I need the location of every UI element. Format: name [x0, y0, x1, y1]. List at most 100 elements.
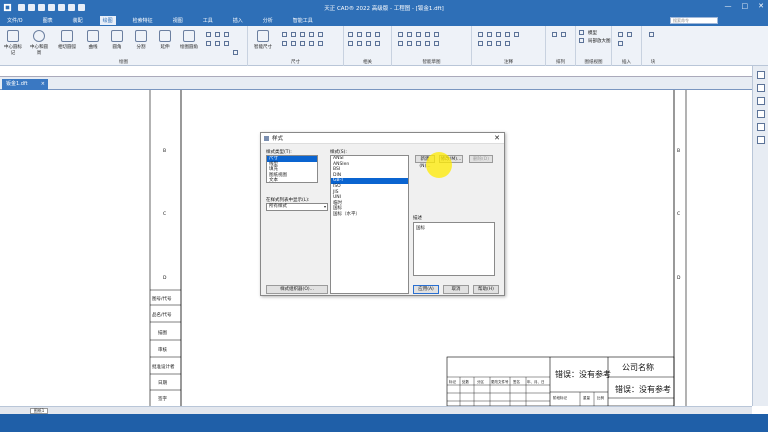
tool-icon[interactable] — [233, 50, 238, 55]
tool-icon[interactable] — [627, 32, 632, 37]
tool-icon[interactable] — [348, 41, 353, 46]
list-filter-select[interactable]: 所有样式 ▾ — [266, 203, 328, 211]
tool-icon[interactable] — [309, 32, 314, 37]
model-icon[interactable] — [579, 30, 584, 35]
tool-icon[interactable] — [291, 32, 296, 37]
cancel-button[interactable]: 取消 — [443, 285, 469, 294]
tab-draw[interactable]: 绘图 — [99, 15, 116, 25]
tool-icon[interactable] — [407, 41, 412, 46]
curve-button[interactable]: 曲线 — [82, 30, 104, 50]
tool-icon[interactable] — [300, 41, 305, 46]
tool-icon[interactable] — [366, 32, 371, 37]
tool-icon[interactable] — [478, 32, 483, 37]
panel-icon[interactable] — [756, 110, 765, 118]
tab-insert[interactable]: 插入 — [230, 16, 246, 25]
center-mark-button[interactable]: 中心圆标记 — [2, 30, 24, 56]
tab-chart[interactable]: 图表 — [40, 16, 56, 25]
tool-icon[interactable] — [224, 41, 229, 46]
open-file-icon[interactable] — [28, 3, 35, 11]
help-button[interactable]: 帮助(H) — [473, 285, 499, 294]
tool-icon[interactable] — [561, 32, 566, 37]
doc-tab-close-icon[interactable]: × — [41, 79, 45, 90]
tool-icon[interactable] — [407, 32, 412, 37]
tool-icon[interactable] — [416, 41, 421, 46]
tangent-arc-button[interactable]: 相切圆弧 — [56, 30, 78, 50]
style-organizer-button[interactable]: 样式组织器(O)... — [266, 285, 328, 294]
tool-icon[interactable] — [618, 32, 623, 37]
draw-fillet-button[interactable]: 绘图圆角 — [178, 30, 200, 50]
tool-icon[interactable] — [618, 41, 623, 46]
tool-icon[interactable] — [318, 32, 323, 37]
tool-icon[interactable] — [318, 41, 323, 46]
tool-icon[interactable] — [496, 41, 501, 46]
center-circle-button[interactable]: 中心和圆周 — [28, 30, 50, 56]
tool-icon[interactable] — [375, 41, 380, 46]
app-logo-icon[interactable] — [0, 0, 14, 14]
minimize-button[interactable]: — — [725, 2, 732, 11]
maximize-button[interactable]: □ — [742, 2, 749, 11]
save-icon[interactable] — [38, 3, 45, 11]
tab-features[interactable]: 检索特征 — [130, 16, 156, 25]
tool-icon[interactable] — [505, 41, 510, 46]
tool-icon[interactable] — [309, 41, 314, 46]
tool-icon[interactable] — [487, 32, 492, 37]
close-button[interactable]: ✕ — [758, 2, 764, 11]
command-line[interactable] — [0, 67, 752, 77]
tool-icon[interactable] — [425, 32, 430, 37]
tool-icon[interactable] — [224, 32, 229, 37]
tool-icon[interactable] — [434, 41, 439, 46]
tool-icon[interactable] — [282, 32, 287, 37]
tool-icon[interactable] — [505, 32, 510, 37]
smart-dimension-button[interactable]: 智能尺寸 — [252, 30, 274, 50]
tab-assembly[interactable]: 装配 — [70, 16, 86, 25]
tool-icon[interactable] — [478, 41, 483, 46]
tool-icon[interactable] — [496, 32, 501, 37]
tool-icon[interactable] — [300, 32, 305, 37]
tool-icon[interactable] — [398, 32, 403, 37]
tool-icon[interactable] — [552, 32, 557, 37]
new-file-icon[interactable] — [18, 3, 25, 11]
panel-icon[interactable] — [756, 71, 765, 79]
delete-button[interactable]: 删除(D) — [469, 155, 493, 163]
extend-button[interactable]: 延伸 — [154, 30, 176, 50]
tool-icon[interactable] — [215, 41, 220, 46]
tab-file[interactable]: 文件/O — [4, 16, 26, 25]
tool-icon[interactable] — [206, 32, 211, 37]
tab-analysis[interactable]: 分析 — [260, 16, 276, 25]
tab-smart-tools[interactable]: 智能工具 — [290, 16, 316, 25]
model-label[interactable]: 模型 — [588, 30, 597, 36]
styles-list[interactable]: ANSI ANSIen BSI DIN GB-T ISO JIS UNI 临时 … — [330, 155, 409, 294]
redo-icon[interactable] — [58, 3, 65, 11]
tool-icon[interactable] — [425, 41, 430, 46]
tool-icon[interactable] — [291, 41, 296, 46]
tool-icon[interactable] — [487, 41, 492, 46]
list-item[interactable]: 国标（水平） — [331, 212, 408, 218]
tool-icon[interactable] — [357, 32, 362, 37]
tool-icon[interactable] — [434, 32, 439, 37]
tool-icon[interactable] — [514, 32, 519, 37]
block-icon[interactable] — [649, 32, 654, 37]
tool-icon[interactable] — [357, 41, 362, 46]
list-item[interactable]: 文本 — [267, 178, 317, 182]
apply-button[interactable]: 应用(A) — [413, 285, 439, 294]
fillet-button[interactable]: 圆角 — [106, 30, 128, 50]
panel-icon[interactable] — [756, 136, 765, 144]
print-icon[interactable] — [68, 3, 75, 11]
tool-icon[interactable] — [416, 32, 421, 37]
tool-icon[interactable] — [375, 32, 380, 37]
detail-view-label[interactable]: 局部放大图 — [588, 38, 611, 44]
panel-icon[interactable] — [756, 123, 765, 131]
undo-icon[interactable] — [48, 3, 55, 11]
tool-icon[interactable] — [206, 41, 211, 46]
panel-icon[interactable] — [756, 84, 765, 92]
dialog-close-icon[interactable]: ✕ — [494, 134, 500, 142]
tool-icon[interactable] — [215, 32, 220, 37]
tab-tools[interactable]: 工具 — [200, 16, 216, 25]
panel-icon[interactable] — [756, 97, 765, 105]
split-button[interactable]: 分割 — [130, 30, 152, 50]
search-input[interactable]: 搜索命令 — [670, 17, 718, 24]
detail-view-icon[interactable] — [579, 38, 584, 43]
tool-icon[interactable] — [282, 41, 287, 46]
tab-view[interactable]: 视图 — [170, 16, 186, 25]
tool-icon[interactable] — [398, 41, 403, 46]
